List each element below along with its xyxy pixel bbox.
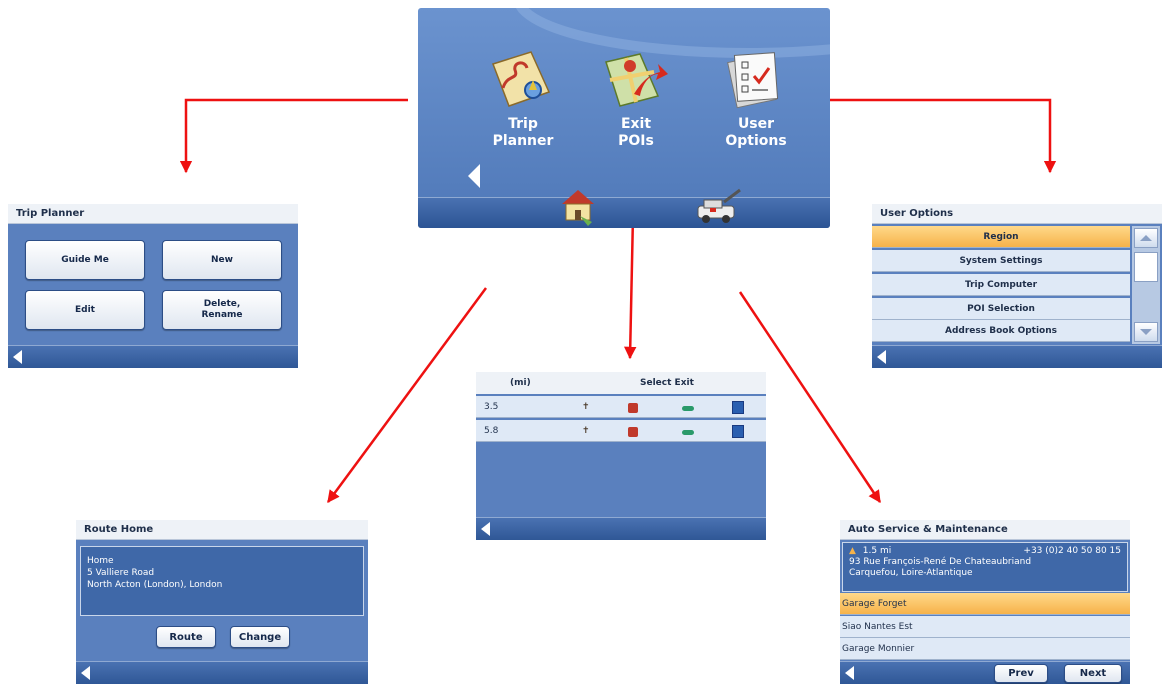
scroll-down-button[interactable]	[1134, 322, 1158, 342]
user-options-item[interactable]: Region	[872, 226, 1130, 248]
auto-service-screen: Auto Service & Maintenance ▲ 1.5 mi +33 …	[840, 520, 1130, 684]
main-menu-bottom-bar	[418, 188, 830, 228]
poi-list-item[interactable]: Garage Monnier	[840, 638, 1130, 660]
poi-list-item[interactable]: Siao Nantes Est	[840, 616, 1130, 638]
poi-address-line-1: 93 Rue François-René De Chateaubriand	[849, 557, 1032, 567]
new-button[interactable]: New	[162, 240, 282, 280]
user-options-item[interactable]: Address Book Options	[872, 320, 1130, 342]
arrow-to-user-options	[822, 98, 1057, 174]
user-options-item[interactable]: System Settings	[872, 250, 1130, 272]
delete-rename-button[interactable]: Delete, Rename	[162, 290, 282, 330]
restaurant-icon: ✝	[582, 426, 590, 436]
trip-planner-bottom-bar	[8, 345, 298, 368]
next-button[interactable]: Next	[1064, 664, 1122, 683]
back-button[interactable]	[468, 164, 480, 188]
scroll-up-button[interactable]	[1134, 228, 1158, 248]
user-options-item[interactable]: Trip Computer	[872, 274, 1130, 296]
trip-planner-icon	[492, 51, 551, 107]
main-menu-screen: Trip Planner Exit POIs User Options	[418, 8, 830, 228]
back-button[interactable]	[877, 350, 886, 364]
arrow-to-route-home	[326, 287, 488, 504]
address-line-3: North Acton (London), London	[87, 580, 223, 590]
route-home-icon[interactable]	[556, 186, 600, 226]
select-exit-bottom-bar	[476, 517, 766, 540]
scroll-thumb[interactable]	[1134, 252, 1158, 282]
exit-distance: 3.5	[484, 402, 499, 412]
lodging-icon	[732, 401, 744, 414]
user-options-label-1: User	[737, 116, 775, 132]
poi-distance: 1.5 mi	[862, 546, 892, 556]
user-options-title: User Options	[872, 204, 1162, 224]
prev-button[interactable]: Prev	[994, 664, 1048, 683]
route-home-title: Route Home	[76, 520, 368, 540]
select-exit-header: (mi) Select Exit	[476, 372, 766, 394]
menu-item-trip-planner[interactable]: Trip Planner	[473, 44, 573, 154]
car-icon	[682, 430, 694, 435]
item-label: POI Selection	[967, 304, 1035, 314]
auto-service-icon[interactable]	[694, 186, 744, 226]
item-label: Address Book Options	[944, 326, 1057, 336]
item-label: Region	[983, 232, 1019, 242]
poi-list-item[interactable]: Garage Forget	[840, 593, 1130, 615]
user-options-bottom-bar	[872, 345, 1162, 368]
car-icon	[682, 406, 694, 411]
guide-me-button[interactable]: Guide Me	[25, 240, 145, 280]
back-button[interactable]	[845, 666, 854, 680]
gas-station-icon	[628, 427, 638, 437]
user-options-icon	[727, 52, 779, 109]
exit-distance: 5.8	[484, 426, 499, 436]
route-button[interactable]: Route	[156, 626, 216, 648]
poi-detail-box: ▲ 1.5 mi +33 (0)2 40 50 80 15 93 Rue Fra…	[842, 542, 1128, 592]
auto-service-bottom-bar: Prev Next	[840, 661, 1130, 684]
address-line-2: 5 Valliere Road	[87, 568, 155, 578]
scrollbar[interactable]	[1132, 226, 1160, 344]
menu-item-exit-pois[interactable]: Exit POIs	[586, 44, 686, 154]
arrow-to-trip-planner	[179, 98, 408, 174]
trip-planner-title: Trip Planner	[8, 204, 298, 224]
trip-planner-label-2: Planner	[492, 133, 554, 149]
user-options-item[interactable]: POI Selection	[872, 298, 1130, 320]
edit-button[interactable]: Edit	[25, 290, 145, 330]
menu-item-user-options[interactable]: User Options	[706, 44, 806, 154]
gas-station-icon	[628, 403, 638, 413]
unit-header: (mi)	[510, 378, 531, 388]
select-exit-screen: (mi) Select Exit 3.5 ✝ 5.8 ✝	[476, 372, 766, 540]
wrench-icon: ▲	[849, 546, 856, 556]
item-label: Siao Nantes Est	[842, 622, 913, 632]
exit-pois-label-1: Exit	[620, 116, 652, 132]
back-button[interactable]	[81, 666, 90, 680]
route-home-bottom-bar	[76, 661, 368, 684]
user-options-screen: User Options Region System Settings Trip…	[872, 204, 1162, 368]
exit-row[interactable]: 5.8 ✝	[476, 420, 766, 442]
poi-address-line-2: Carquefou, Loire-Atlantique	[849, 568, 973, 578]
item-label: Trip Computer	[964, 280, 1038, 290]
auto-service-title: Auto Service & Maintenance	[840, 520, 1130, 540]
trip-planner-screen: Trip Planner Guide Me New Edit Delete, R…	[8, 204, 298, 368]
trip-planner-label-1: Trip	[508, 116, 538, 132]
change-button[interactable]: Change	[230, 626, 290, 648]
lodging-icon	[732, 425, 744, 438]
back-button[interactable]	[481, 522, 490, 536]
back-button[interactable]	[13, 350, 22, 364]
chevron-down-icon	[1140, 329, 1152, 335]
restaurant-icon: ✝	[582, 402, 590, 412]
chevron-up-icon	[1140, 235, 1152, 241]
route-home-screen: Route Home Home 5 Valliere Road North Ac…	[76, 520, 368, 684]
item-label: Garage Monnier	[842, 644, 915, 654]
user-options-label-2: Options	[725, 133, 787, 149]
address-line-1: Home	[87, 556, 114, 566]
item-label: System Settings	[959, 256, 1043, 266]
address-box: Home 5 Valliere Road North Acton (London…	[80, 546, 364, 616]
exit-pois-icon	[605, 53, 668, 107]
exit-pois-label-2: POIs	[618, 133, 654, 149]
poi-phone: +33 (0)2 40 50 80 15	[1023, 546, 1121, 556]
exit-row[interactable]: 3.5 ✝	[476, 396, 766, 418]
item-label: Garage Forget	[842, 599, 907, 609]
select-exit-title: Select Exit	[640, 378, 694, 388]
